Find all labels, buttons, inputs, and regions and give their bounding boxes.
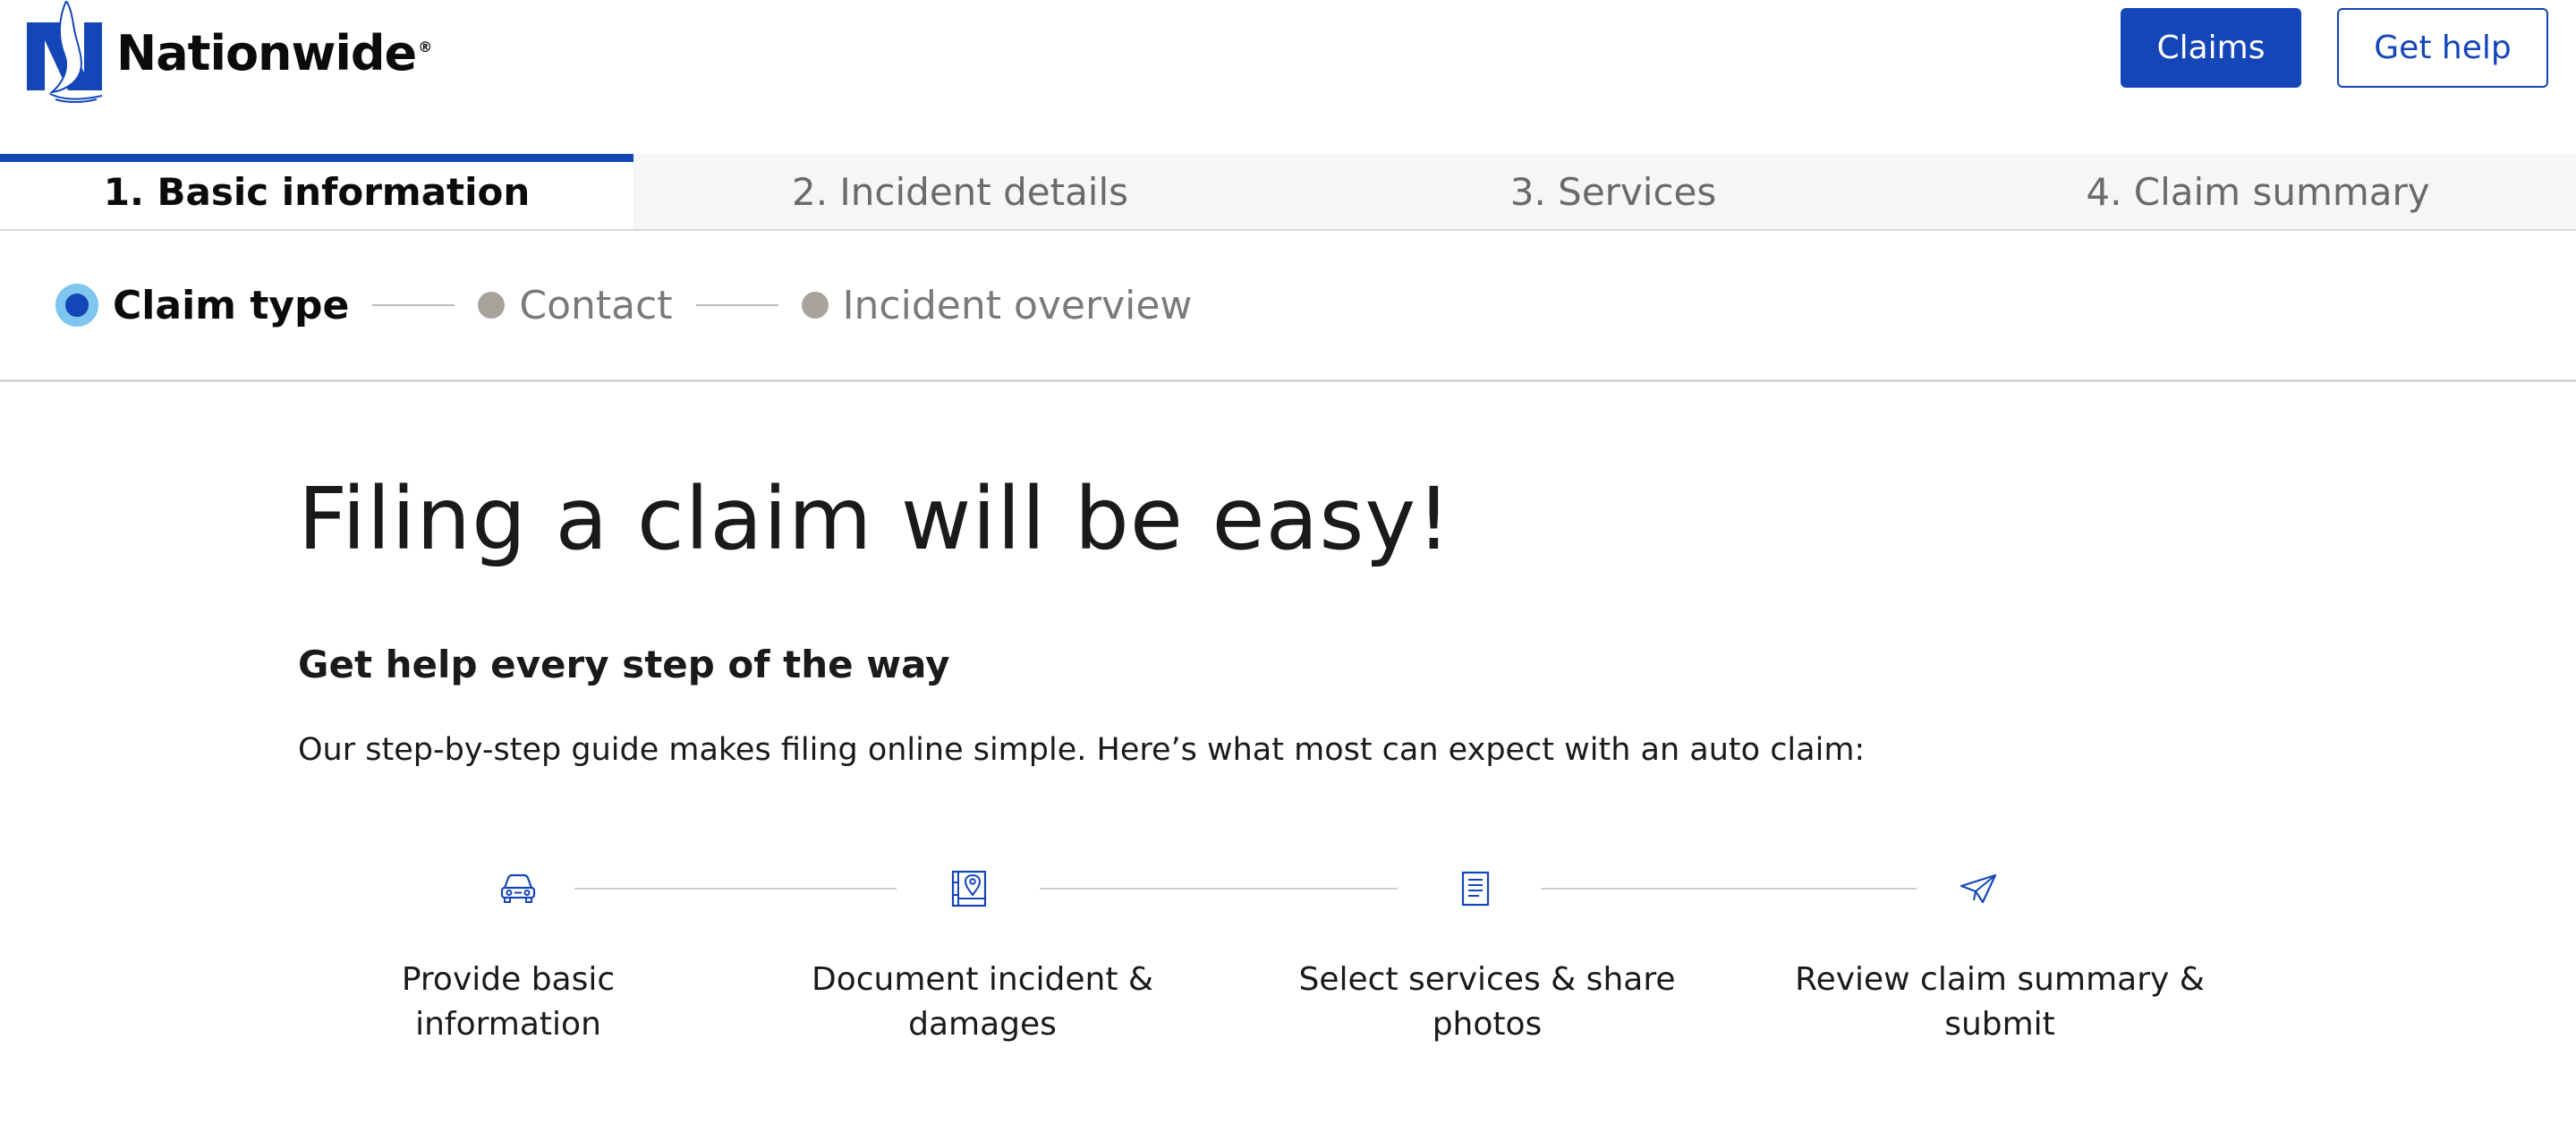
map-pin-icon — [948, 868, 990, 909]
paper-plane-icon — [1958, 868, 1999, 909]
substep-label: Incident overview — [842, 282, 1193, 328]
step-tabs: 1. Basic information 2. Incident details… — [0, 154, 2576, 231]
flow-connector — [574, 888, 897, 890]
flow-connector — [1040, 888, 1398, 890]
document-icon — [1455, 868, 1496, 909]
brand-name: Nationwide ® — [116, 24, 432, 81]
claims-button[interactable]: Claims — [2121, 8, 2301, 88]
substep-contact[interactable]: Contact — [478, 282, 673, 328]
flow-step-label: Review claim summary & submit — [1795, 961, 2205, 1043]
substep-claim-type[interactable]: Claim type — [55, 283, 349, 328]
tab-services[interactable]: 3. Services — [1287, 154, 1940, 229]
header: Nationwide ® Claims Get help — [0, 0, 2576, 154]
substep-incident-overview[interactable]: Incident overview — [801, 282, 1193, 328]
flow-connector — [1541, 888, 1917, 890]
substep-progress: Claim type Contact Incident overview — [0, 231, 2576, 382]
tab-claim-summary[interactable]: 4. Claim summary — [1940, 154, 2576, 229]
page-title: Filing a claim will be easy! — [298, 469, 1452, 569]
active-step-indicator-icon — [55, 284, 98, 327]
step-indicator-icon — [801, 292, 829, 319]
section-subtitle: Get help every step of the way — [298, 643, 950, 686]
substep-label: Contact — [519, 282, 673, 328]
flow-step-label: Document incident & damages — [811, 961, 1153, 1043]
flow-step-label: Provide basic information — [401, 961, 616, 1043]
substep-connector — [695, 304, 778, 306]
substep-label: Claim type — [113, 282, 350, 328]
claim-process-flow: Provide basic information Document incide… — [0, 859, 2576, 1056]
step-indicator-icon — [478, 292, 506, 319]
car-icon — [497, 868, 539, 909]
intro-text: Our step-by-step guide makes filing onli… — [298, 732, 1866, 768]
substep-connector — [372, 304, 455, 306]
tab-incident-details[interactable]: 2. Incident details — [633, 154, 1287, 229]
flow-step-label: Select services & share photos — [1298, 961, 1676, 1043]
nationwide-logo[interactable]: Nationwide ® — [25, 0, 432, 106]
tab-basic-information[interactable]: 1. Basic information — [0, 154, 633, 229]
get-help-button[interactable]: Get help — [2337, 8, 2548, 88]
eagle-logo-icon — [27, 1, 103, 103]
